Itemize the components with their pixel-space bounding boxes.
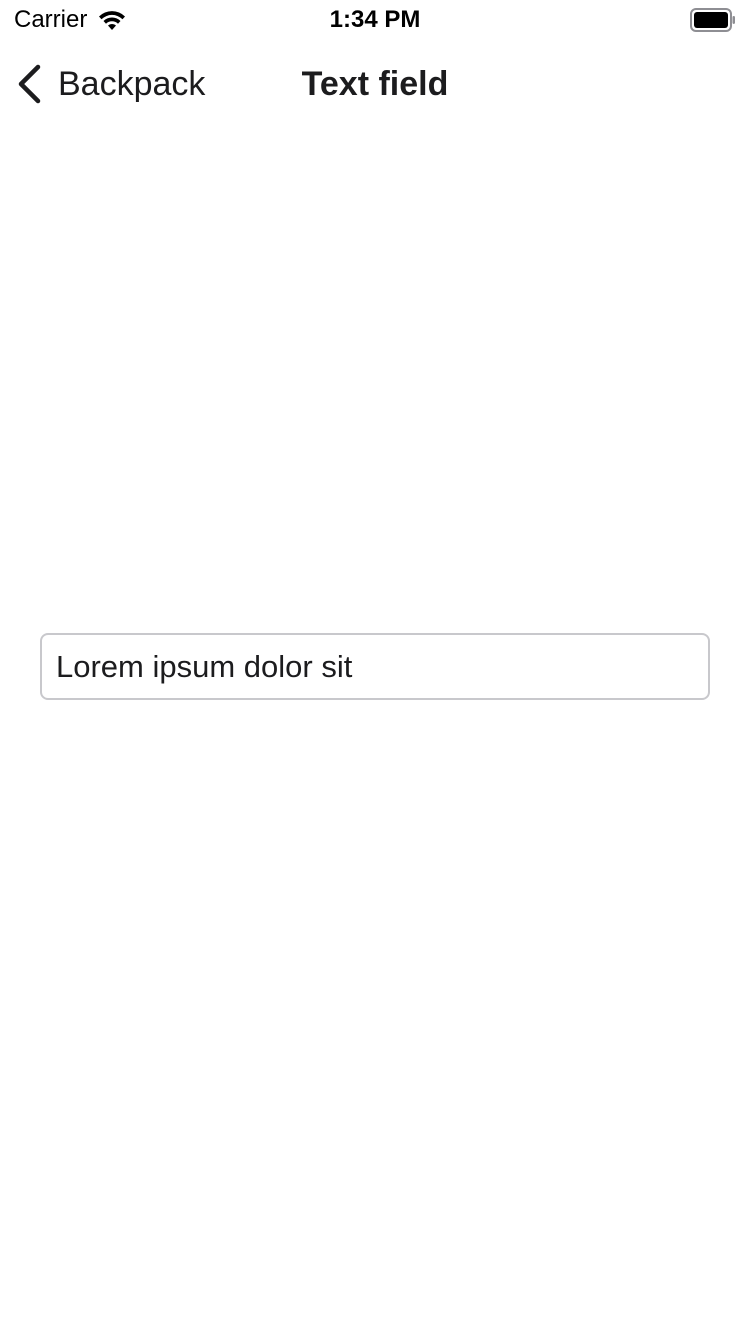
text-field[interactable]: Lorem ipsum dolor sit — [40, 633, 710, 700]
text-field-value[interactable]: Lorem ipsum dolor sit — [56, 649, 352, 685]
navigation-bar: Backpack Text field — [0, 40, 750, 128]
battery-icon — [690, 8, 735, 32]
status-bar: Carrier 1:34 PM — [0, 0, 750, 40]
status-time: 1:34 PM — [329, 6, 421, 33]
page-title: Text field — [301, 65, 449, 103]
